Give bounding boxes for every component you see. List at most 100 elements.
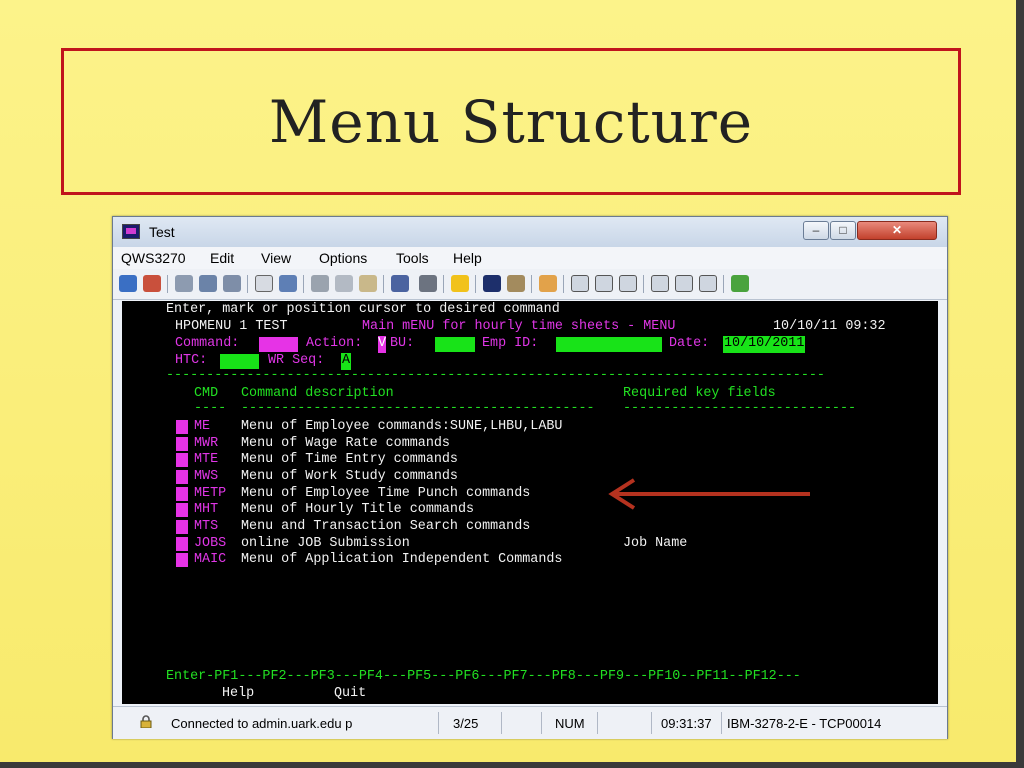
leaf-icon[interactable] [731, 275, 749, 292]
toolbar-separator [247, 275, 248, 293]
bu-label: BU: [390, 336, 415, 351]
row-cmd: MAIC [194, 552, 227, 567]
row-desc: Menu of Wage Rate commands [241, 436, 450, 451]
row-select-field[interactable] [176, 503, 188, 517]
pf-key-line: Enter-PF1---PF2---PF3---PF4---PF5---PF6-… [166, 669, 801, 684]
row-desc: Menu of Employee Time Punch commands [241, 486, 531, 501]
screen-id: HPOMENU 1 TEST [175, 319, 288, 334]
toolbar-separator [475, 275, 476, 293]
menu-view[interactable]: View [261, 250, 291, 266]
disconnect-icon[interactable] [143, 275, 161, 292]
connection-status: Connected to admin.uark.edu p [171, 716, 353, 731]
maximize-button[interactable]: □ [830, 221, 856, 240]
emp-id-label: Emp ID: [482, 336, 539, 351]
row-cmd: MWS [194, 469, 219, 484]
row-cmd: METP [194, 486, 227, 501]
cut-icon[interactable] [311, 275, 329, 292]
warning-icon[interactable] [451, 275, 469, 292]
row-desc: Menu and Transaction Search commands [241, 519, 531, 534]
terminal-icon[interactable] [483, 275, 501, 292]
row-select-field[interactable] [176, 420, 188, 434]
field-erase-icon[interactable] [595, 275, 613, 292]
lock-icon [140, 715, 152, 728]
script-icon[interactable] [507, 275, 525, 292]
cursor-position: 3/25 [453, 716, 479, 731]
row-select-field[interactable] [176, 437, 188, 451]
pa2-icon[interactable] [675, 275, 693, 292]
pf1-help[interactable]: Help [222, 686, 254, 703]
transfer-icon[interactable] [279, 275, 297, 292]
pa1-icon[interactable] [651, 275, 669, 292]
menu-help[interactable]: Help [453, 250, 482, 266]
row-select-field[interactable] [176, 553, 188, 567]
paste-icon[interactable] [359, 275, 377, 292]
slide-title: Menu Structure [268, 87, 754, 156]
home-icon[interactable] [539, 275, 557, 292]
separator-line: ----------------------------------------… [166, 368, 825, 383]
htc-input[interactable] [220, 354, 259, 369]
status-separator [651, 712, 652, 734]
copy-icon[interactable] [335, 275, 353, 292]
menu-qws3270[interactable]: QWS3270 [121, 250, 186, 266]
status-bar: Connected to admin.uark.edu p 3/25 NUM 0… [113, 706, 947, 739]
date-label: Date: [669, 336, 710, 351]
minimize-button[interactable]: – [803, 221, 829, 240]
toolbar-separator [383, 275, 384, 293]
row-desc: Menu of Work Study commands [241, 469, 458, 484]
toolbar-separator [643, 275, 644, 293]
settings-icon[interactable] [419, 275, 437, 292]
menu-edit[interactable]: Edit [210, 250, 234, 266]
print-screen-icon[interactable] [199, 275, 217, 292]
row-select-field[interactable] [176, 453, 188, 467]
connect-icon[interactable] [119, 275, 137, 292]
toolbar-separator [531, 275, 532, 293]
pa3-icon[interactable] [699, 275, 717, 292]
row-desc: Menu of Time Entry commands [241, 452, 458, 467]
bu-input[interactable] [435, 337, 475, 352]
row-desc: Menu of Employee commands:SUNE,LHBU,LABU [241, 419, 563, 434]
row-cmd: MWR [194, 436, 219, 451]
row-cmd: ME [194, 419, 211, 434]
status-separator [501, 712, 502, 734]
header-underline-required: ----------------------------- [623, 401, 857, 416]
toolbar [113, 269, 947, 300]
print-icon[interactable] [223, 275, 241, 292]
row-select-field[interactable] [176, 470, 188, 484]
row-select-field[interactable] [176, 537, 188, 551]
terminal-window: Test – □ ✕ QWS3270 Edit View Options Too… [112, 216, 948, 739]
row-desc: Menu of Application Independent Commands [241, 552, 563, 567]
toolbar-separator [563, 275, 564, 293]
row-desc: Menu of Hourly Title commands [241, 502, 475, 517]
tab-icon[interactable] [619, 275, 637, 292]
terminal-screen[interactable]: Enter, mark or position cursor to desire… [122, 301, 938, 704]
pointer-arrow [608, 478, 810, 510]
screen-title: Main mENU for hourly time sheets - MENU [362, 319, 676, 334]
header-underline-description: ----------------------------------------… [241, 401, 595, 416]
back-tab-icon[interactable] [571, 275, 589, 292]
send-icon[interactable] [175, 275, 193, 292]
slide-edge-bottom [0, 762, 1024, 768]
session-info: IBM-3278-2-E - TCP00014 [727, 716, 882, 731]
menu-tools[interactable]: Tools [396, 250, 429, 266]
title-box: Menu Structure [61, 48, 961, 195]
macro-icon[interactable] [391, 275, 409, 292]
action-input[interactable]: V [378, 336, 387, 353]
row-select-field[interactable] [176, 520, 188, 534]
close-button[interactable]: ✕ [857, 221, 937, 240]
window-title: Test [149, 224, 175, 240]
row-desc: online JOB Submission [241, 536, 410, 551]
toolbar-separator [303, 275, 304, 293]
row-select-field[interactable] [176, 487, 188, 501]
pf3-quit[interactable]: Quit [334, 686, 366, 703]
status-separator [597, 712, 598, 734]
menu-bar: QWS3270 Edit View Options Tools Help [113, 247, 947, 269]
menu-options[interactable]: Options [319, 250, 367, 266]
keyboard-icon[interactable] [255, 275, 273, 292]
command-input[interactable] [259, 337, 298, 352]
toolbar-separator [443, 275, 444, 293]
num-lock-indicator: NUM [555, 716, 585, 731]
emp-id-input[interactable] [556, 337, 662, 352]
date-input[interactable]: 10/10/2011 [723, 336, 806, 353]
status-separator [721, 712, 722, 734]
title-bar[interactable]: Test – □ ✕ [113, 217, 947, 247]
